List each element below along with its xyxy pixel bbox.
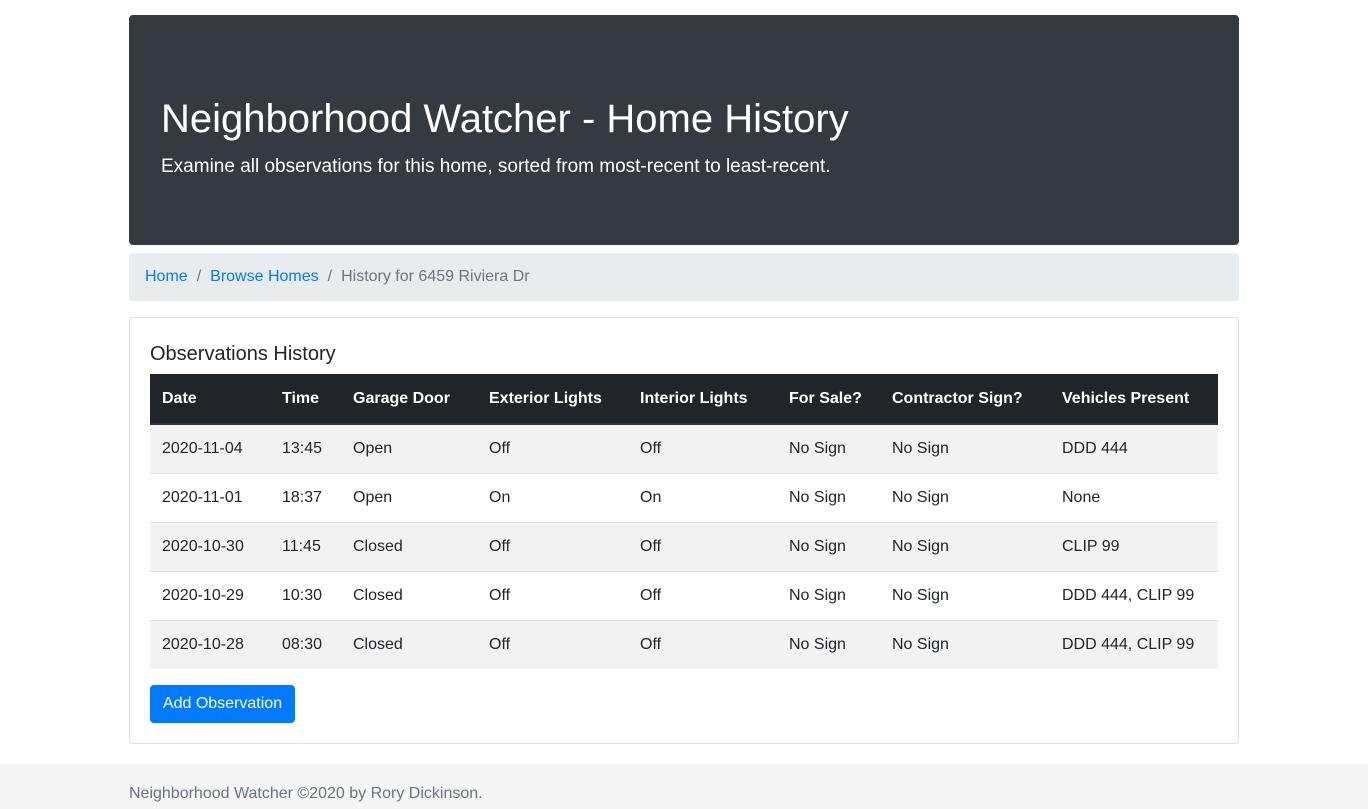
table-row: 2020-10-28 08:30 Closed Off Off No Sign No Sig… (150, 619, 1218, 669)
table-cell: 11:45 (270, 521, 341, 571)
table-cell: No Sign (880, 570, 1050, 620)
footer-text: Neighborhood Watcher ©2020 by Rory Dicki… (129, 785, 483, 802)
table-cell: No Sign (880, 619, 1050, 669)
table-cell: 18:37 (270, 472, 341, 522)
table-row: 2020-10-30 11:45 Closed Off Off No Sign No Sig… (150, 521, 1218, 571)
add-observation-button[interactable]: Add Observation (150, 685, 295, 723)
table-cell: Off (628, 570, 777, 620)
table-cell: 2020-10-30 (150, 521, 270, 571)
table-cell: 13:45 (270, 424, 341, 473)
table-cell: No Sign (777, 619, 880, 669)
table-cell: Off (477, 424, 628, 473)
table-cell: 2020-11-04 (150, 424, 270, 473)
table-cell: DDD 444, CLIP 99 (1050, 570, 1218, 620)
table-cell: CLIP 99 (1050, 521, 1218, 571)
table-header-row: Date Time Garage Door Exterior Lights In… (150, 374, 1218, 425)
column-header-contractor-sign: Contractor Sign? (880, 374, 1050, 425)
table-cell: Off (628, 521, 777, 571)
table-cell: Open (341, 424, 477, 473)
column-header-vehicles-present: Vehicles Present (1050, 374, 1218, 425)
breadcrumb-separator: / (327, 268, 333, 285)
footer: Neighborhood Watcher ©2020 by Rory Dicki… (0, 764, 1368, 809)
column-header-time: Time (270, 374, 341, 425)
breadcrumb: Home / Browse Homes / History for 6459 R… (129, 253, 1239, 301)
table-cell: No Sign (777, 521, 880, 571)
table-body: 2020-11-04 13:45 Open Off Off No Sign No Sign D… (150, 424, 1218, 669)
table-cell: Closed (341, 521, 477, 571)
card-title: Observations History (150, 343, 336, 365)
table-cell: On (628, 472, 777, 522)
observations-card: Observations History Date Time Garage Do… (129, 317, 1239, 744)
table-cell: 2020-11-01 (150, 472, 270, 522)
column-header-garage-door: Garage Door (341, 374, 477, 425)
breadcrumb-separator: / (196, 268, 202, 285)
table-cell: DDD 444 (1050, 424, 1218, 473)
table-cell: Off (477, 619, 628, 669)
observations-table: Date Time Garage Door Exterior Lights In… (150, 374, 1218, 669)
table-cell: 2020-10-29 (150, 570, 270, 620)
table-cell: No Sign (777, 570, 880, 620)
table-cell: 10:30 (270, 570, 341, 620)
table-cell: Closed (341, 570, 477, 620)
table-cell: No Sign (880, 521, 1050, 571)
table-cell: 08:30 (270, 619, 341, 669)
table-cell: Off (628, 619, 777, 669)
column-header-for-sale: For Sale? (777, 374, 880, 425)
table-row: 2020-11-01 18:37 Open On On No Sign No Sign Non… (150, 472, 1218, 522)
column-header-date: Date (150, 374, 270, 425)
table-row: 2020-11-04 13:45 Open Off Off No Sign No Sign D… (150, 424, 1218, 473)
table-cell: No Sign (777, 424, 880, 473)
table-cell: DDD 444, CLIP 99 (1050, 619, 1218, 669)
page-title: Neighborhood Watcher - Home History (161, 97, 849, 141)
table-cell: No Sign (880, 472, 1050, 522)
jumbotron-header: Neighborhood Watcher - Home History Exam… (129, 15, 1239, 245)
page-subtitle: Examine all observations for this home, … (161, 156, 831, 177)
column-header-interior-lights: Interior Lights (628, 374, 777, 425)
table-cell: Off (477, 521, 628, 571)
table-cell: No Sign (777, 472, 880, 522)
table-row: 2020-10-29 10:30 Closed Off Off No Sign No Sig… (150, 570, 1218, 620)
table-cell: 2020-10-28 (150, 619, 270, 669)
table-cell: Off (477, 570, 628, 620)
breadcrumb-active-item: History for 6459 Riviera Dr (341, 268, 530, 285)
table-cell: Off (628, 424, 777, 473)
breadcrumb-home-link[interactable]: Home (145, 268, 188, 286)
table-cell: Closed (341, 619, 477, 669)
table-cell: Open (341, 472, 477, 522)
column-header-exterior-lights: Exterior Lights (477, 374, 628, 425)
table-cell: None (1050, 472, 1218, 522)
table-cell: On (477, 472, 628, 522)
breadcrumb-browse-homes-link[interactable]: Browse Homes (210, 268, 318, 286)
table-cell: No Sign (880, 424, 1050, 473)
